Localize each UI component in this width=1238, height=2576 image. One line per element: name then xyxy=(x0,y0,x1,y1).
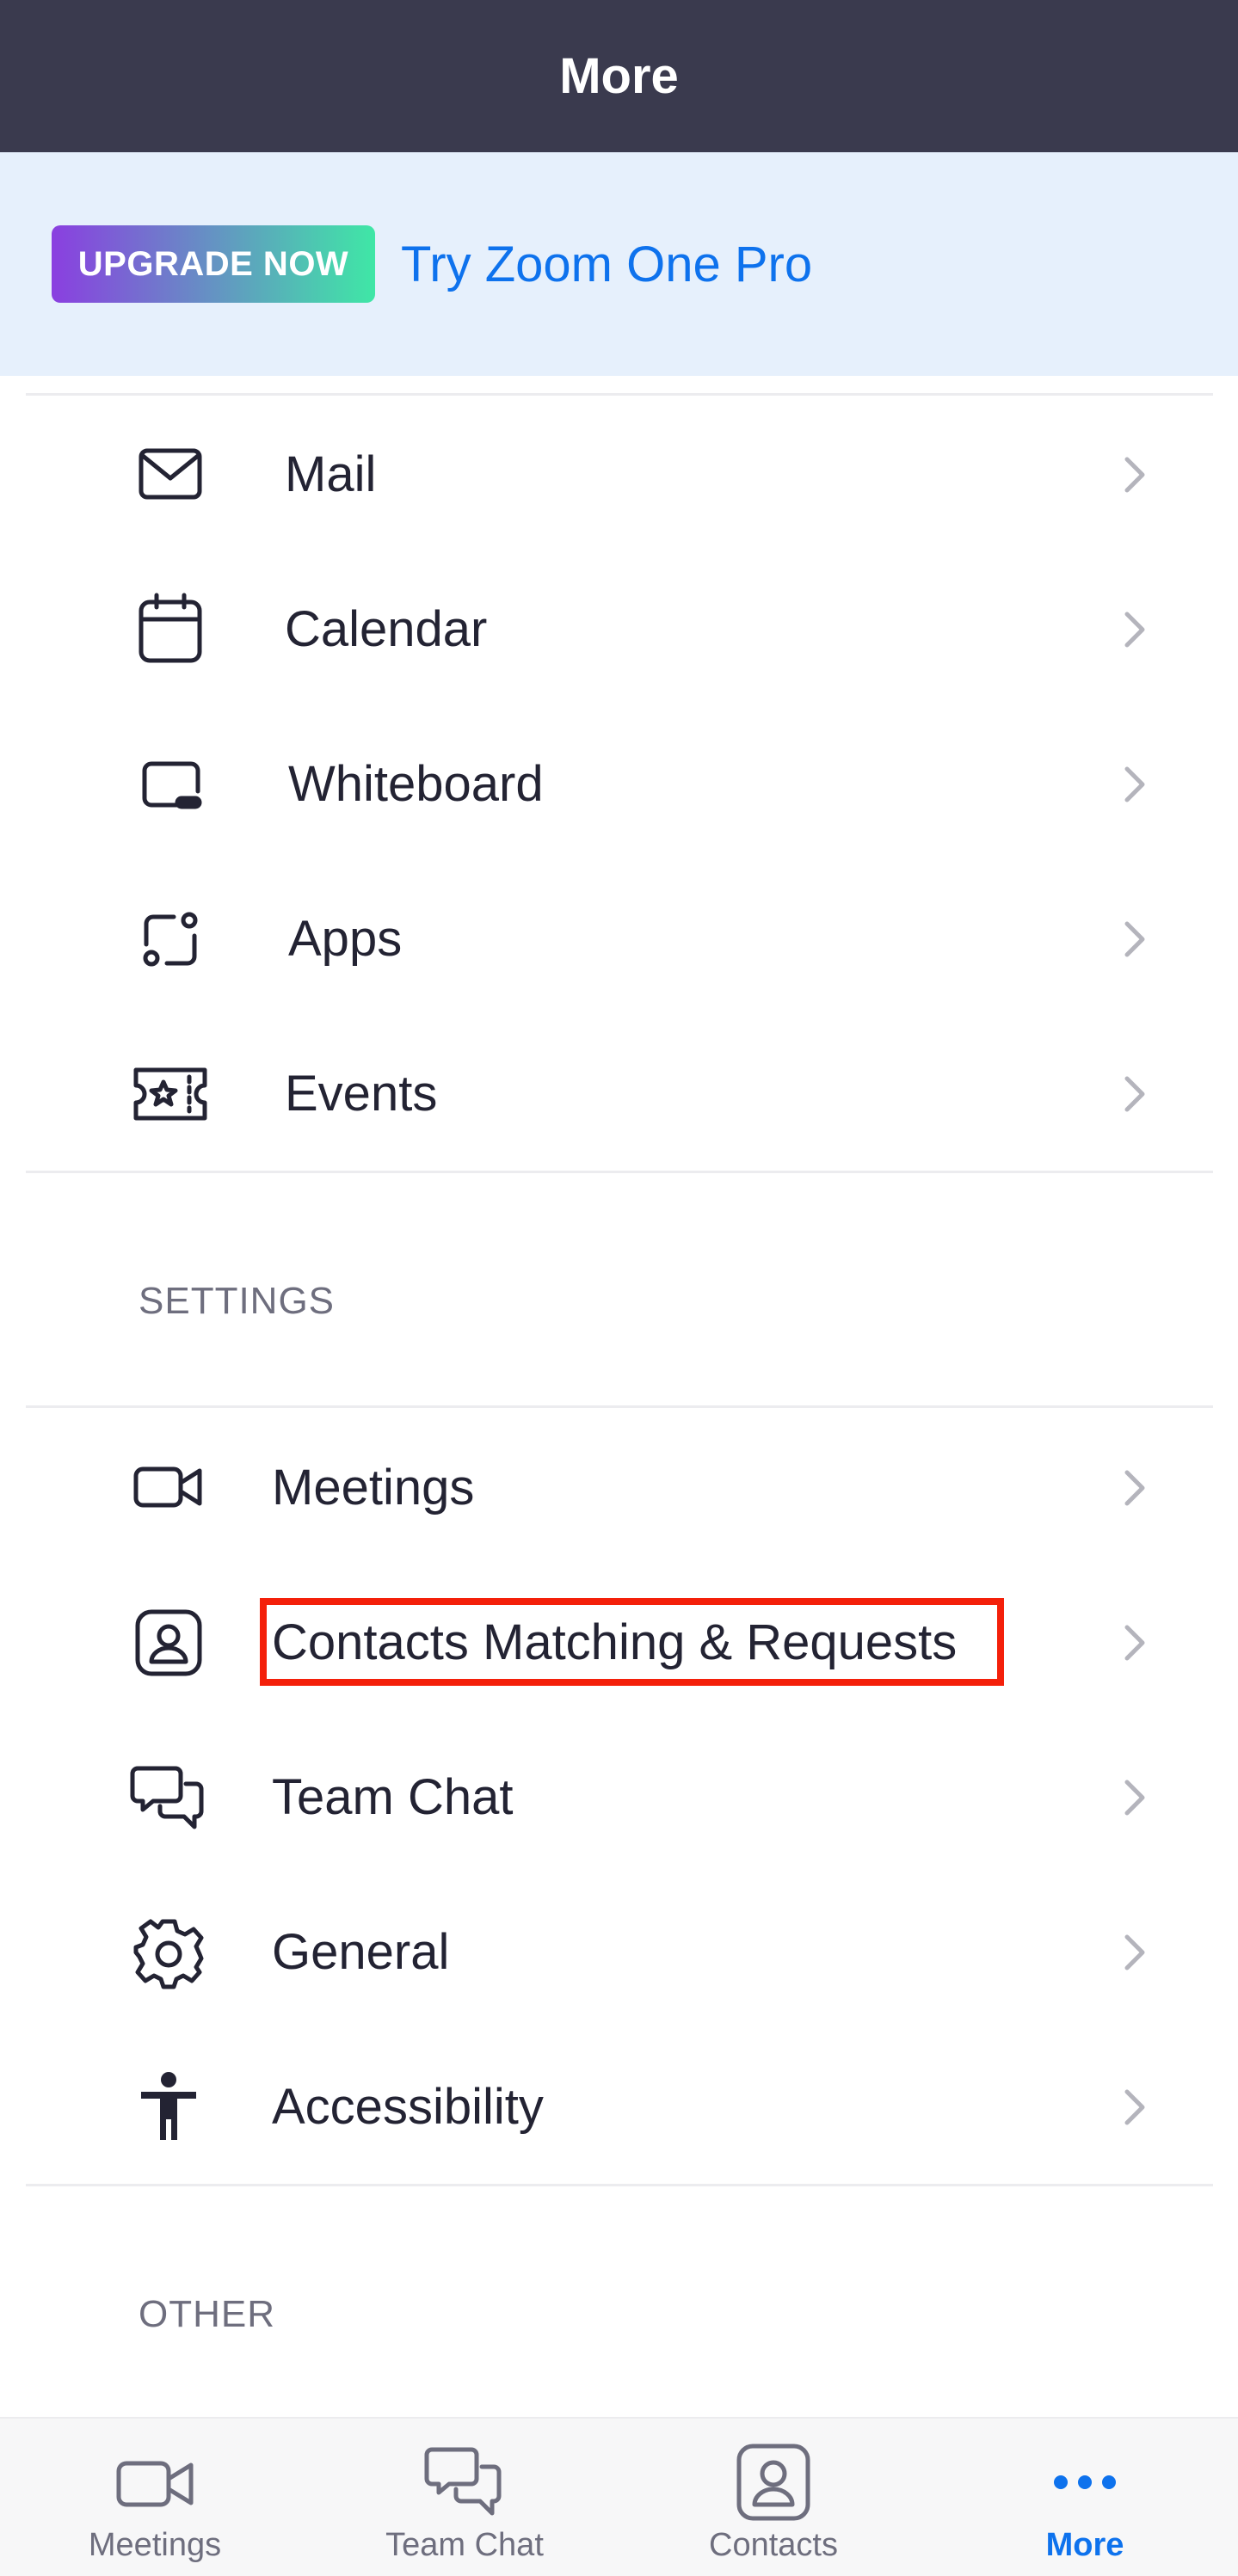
menu-item-label: Events xyxy=(285,1066,438,1122)
bottom-tab-bar: Meetings Team Chat Contacts More xyxy=(0,2417,1238,2576)
tab-meetings[interactable]: Meetings xyxy=(52,2419,258,2576)
gear-icon xyxy=(127,1911,210,1994)
divider xyxy=(26,1405,1213,1408)
menu-item-calendar[interactable]: Calendar xyxy=(0,552,1238,707)
menu-item-label: Calendar xyxy=(285,601,488,657)
tab-label: Contacts xyxy=(709,2527,838,2563)
menu-item-label: General xyxy=(272,1924,450,1980)
mail-icon xyxy=(129,433,212,516)
chevron-right-icon xyxy=(1115,913,1155,965)
divider xyxy=(26,393,1213,396)
settings-item-contacts-matching[interactable]: Contacts Matching & Requests xyxy=(0,1565,1238,1720)
chevron-right-icon xyxy=(1115,449,1155,501)
menu-item-apps[interactable]: Apps xyxy=(0,862,1238,1017)
upgrade-now-button[interactable]: UPGRADE NOW xyxy=(52,225,375,303)
tab-label: Team Chat xyxy=(385,2527,544,2563)
chat-bubbles-icon xyxy=(422,2439,508,2525)
more-dots-icon xyxy=(1042,2439,1128,2525)
tab-more[interactable]: More xyxy=(982,2419,1188,2576)
video-camera-icon xyxy=(127,1447,210,1529)
menu-item-label: Meetings xyxy=(272,1460,475,1515)
menu-item-label: Mail xyxy=(285,446,377,502)
menu-item-mail[interactable]: Mail xyxy=(0,397,1238,552)
contact-card-icon xyxy=(730,2439,816,2525)
other-section-title: OTHER xyxy=(139,2293,275,2335)
divider xyxy=(26,2184,1213,2186)
chevron-right-icon xyxy=(1115,1617,1155,1669)
tab-label: More xyxy=(1045,2527,1124,2563)
divider xyxy=(26,1171,1213,1173)
settings-item-general[interactable]: General xyxy=(0,1875,1238,2030)
tab-contacts[interactable]: Contacts xyxy=(670,2419,877,2576)
chevron-right-icon xyxy=(1115,604,1155,655)
chevron-right-icon xyxy=(1115,2081,1155,2133)
whiteboard-icon xyxy=(129,743,212,826)
chat-bubbles-icon xyxy=(127,1756,210,1839)
upgrade-banner: UPGRADE NOW Try Zoom One Pro xyxy=(0,152,1238,376)
settings-item-team-chat[interactable]: Team Chat xyxy=(0,1720,1238,1875)
menu-item-label: Accessibility xyxy=(272,2079,544,2135)
menu-item-label: Team Chat xyxy=(272,1769,514,1825)
settings-section-title: SETTINGS xyxy=(139,1280,336,1322)
menu-item-events[interactable]: Events xyxy=(0,1017,1238,1171)
apps-icon xyxy=(129,898,212,981)
page-title: More xyxy=(559,48,679,104)
chevron-right-icon xyxy=(1115,1927,1155,1978)
chevron-right-icon xyxy=(1115,1772,1155,1823)
menu-item-label: Apps xyxy=(288,911,403,967)
menu-item-label: Contacts Matching & Requests xyxy=(272,1614,958,1670)
accessibility-icon xyxy=(127,2066,210,2149)
video-camera-icon xyxy=(112,2439,198,2525)
menu-item-whiteboard[interactable]: Whiteboard xyxy=(0,707,1238,862)
menu-item-label: Whiteboard xyxy=(288,756,544,812)
chevron-right-icon xyxy=(1115,1462,1155,1514)
events-icon xyxy=(129,1053,212,1135)
calendar-icon xyxy=(129,588,212,671)
chevron-right-icon xyxy=(1115,759,1155,810)
chevron-right-icon xyxy=(1115,1068,1155,1120)
try-zoom-one-pro-link[interactable]: Try Zoom One Pro xyxy=(401,232,812,298)
top-header: More xyxy=(0,0,1238,152)
contact-card-icon xyxy=(127,1602,210,1684)
settings-item-accessibility[interactable]: Accessibility xyxy=(0,2030,1238,2185)
settings-item-meetings[interactable]: Meetings xyxy=(0,1411,1238,1565)
tab-label: Meetings xyxy=(88,2527,222,2563)
tab-team-chat[interactable]: Team Chat xyxy=(361,2419,568,2576)
